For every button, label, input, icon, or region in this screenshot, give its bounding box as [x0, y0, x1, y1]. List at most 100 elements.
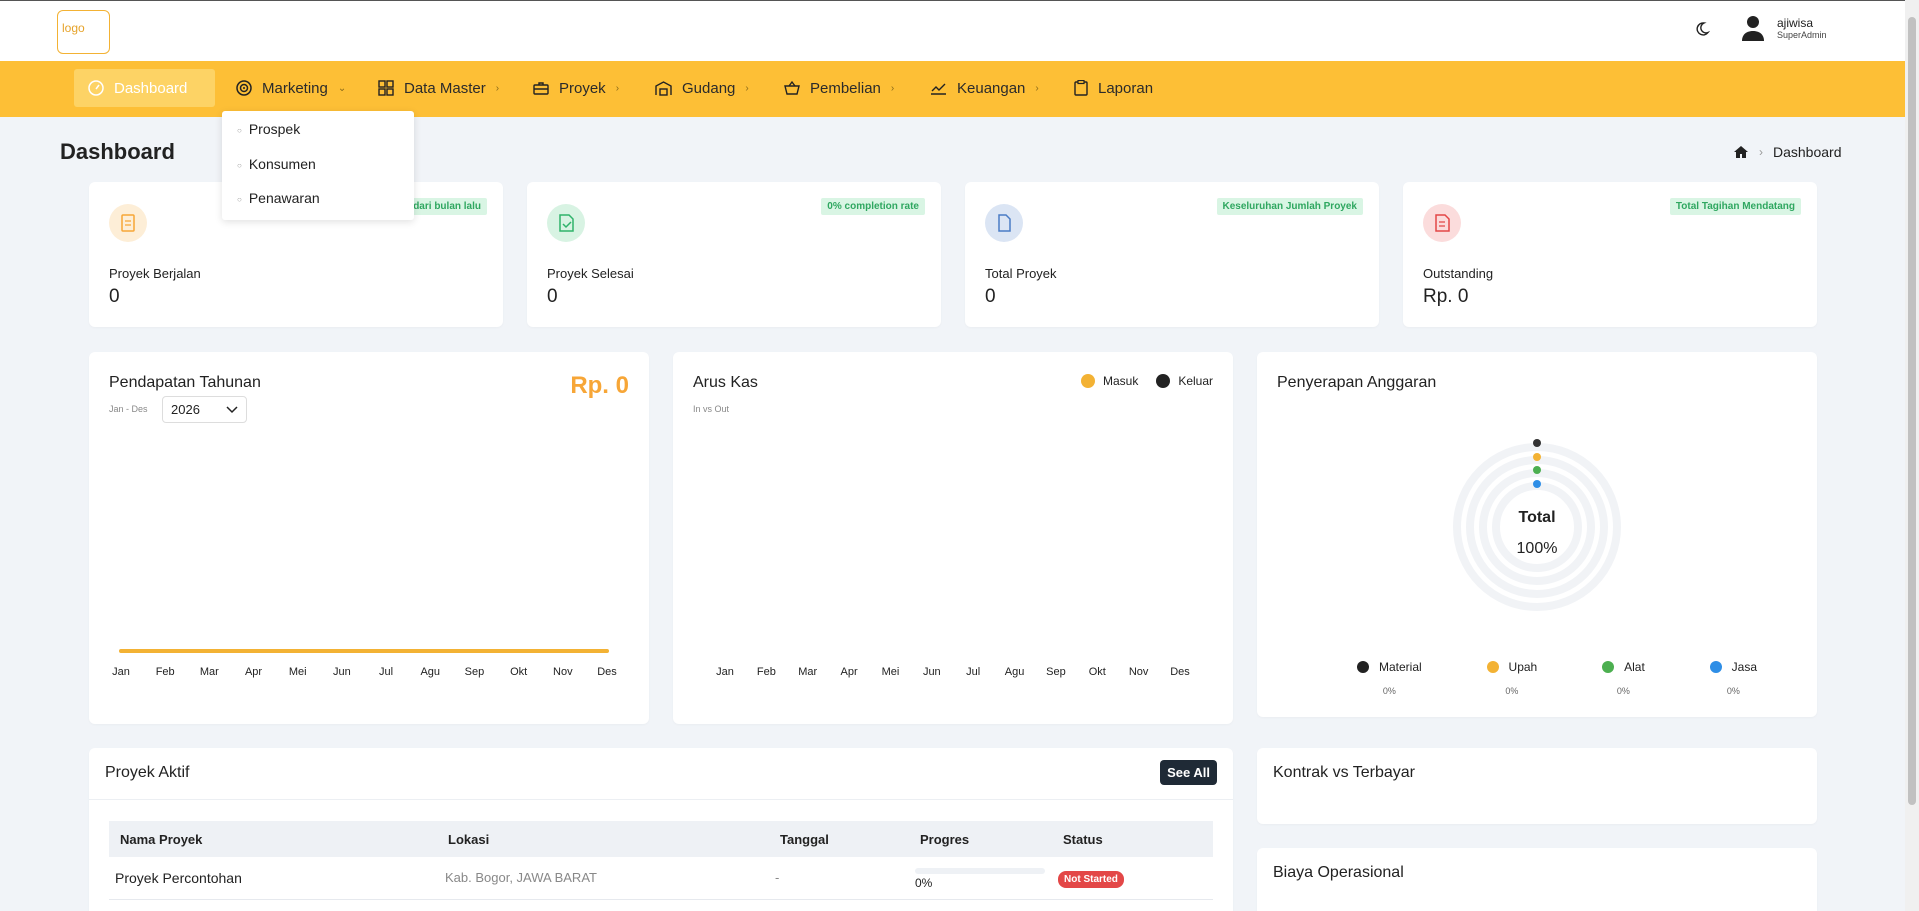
- biaya-operasional-card: Biaya Operasional: [1257, 848, 1817, 911]
- grid-icon: [378, 80, 394, 96]
- nav-pembelian[interactable]: Pembelian ›: [774, 69, 904, 107]
- legend-label: Jasa: [1731, 660, 1757, 674]
- nav-label: Laporan: [1098, 79, 1154, 97]
- nav-marketing[interactable]: Marketing ⌄: [226, 69, 356, 107]
- x-tick-label: Feb: [156, 666, 175, 678]
- stat-badge: dari bulan lalu: [407, 198, 487, 215]
- stat-label: Proyek Berjalan: [109, 266, 201, 281]
- legend-dot: [1486, 661, 1499, 673]
- cell-status: Not Started: [1052, 857, 1213, 900]
- scrollbar-thumb[interactable]: [1908, 17, 1916, 805]
- x-tick-label: Agu: [420, 666, 440, 678]
- dropdown-item-penawaran[interactable]: Penawaran: [237, 190, 320, 206]
- pendapatan-card: Pendapatan Tahunan Rp. 0 Jan - Des 2026 …: [89, 352, 649, 724]
- legend-label: Material: [1379, 660, 1422, 674]
- x-tick-label: Apr: [841, 666, 858, 678]
- legend-dot: [1357, 661, 1369, 673]
- dropdown-item-konsumen[interactable]: Konsumen: [237, 156, 316, 172]
- divider: [89, 799, 1233, 800]
- x-tick-label: Mar: [200, 666, 219, 678]
- marketing-dropdown: Prospek Konsumen Penawaran: [222, 111, 414, 220]
- stat-card-proyek-selesai: 0% completion rate Proyek Selesai 0: [527, 182, 941, 327]
- column-header[interactable]: Nama Proyek: [109, 821, 437, 857]
- x-tick-label: Feb: [757, 666, 776, 678]
- kontrak-vs-terbayar-card: Kontrak vs Terbayar: [1257, 748, 1817, 824]
- nav-label: Data Master: [404, 79, 486, 97]
- arus-kas-line-chart: Jan Feb Mar Apr Mei Jun Jul Agu Sep Okt Nov Des: [716, 666, 1190, 678]
- nav-laporan[interactable]: Laporan: [1064, 69, 1163, 107]
- nav-gudang[interactable]: Gudang ›: [645, 69, 759, 107]
- radial-marker-upah: [1533, 453, 1541, 461]
- dark-mode-toggle-icon[interactable]: [1694, 21, 1710, 37]
- logo[interactable]: logo: [57, 10, 110, 54]
- user-menu[interactable]: ajiwisa SuperAdmin: [1741, 15, 1827, 41]
- x-tick-label: Nov: [553, 666, 573, 678]
- x-tick-label: Okt: [1089, 666, 1106, 678]
- x-tick-label: Nov: [1129, 666, 1149, 678]
- logo-alt-text: logo: [62, 21, 85, 35]
- stat-badge: Total Tagihan Mendatang: [1669, 198, 1801, 215]
- home-icon[interactable]: [1733, 145, 1749, 159]
- chevron-right-icon: ›: [745, 82, 749, 94]
- radial-marker-jasa: [1533, 480, 1541, 488]
- radial-marker-material: [1533, 439, 1541, 447]
- cell-nama-proyek[interactable]: Proyek Percontohan: [109, 857, 437, 900]
- briefcase-icon: [533, 82, 549, 95]
- legend-dot: [1709, 661, 1722, 673]
- x-tick-label: Apr: [245, 666, 262, 678]
- column-header[interactable]: Progres: [909, 821, 1052, 857]
- main-nav: Dashboard Marketing ⌄ Data Master › Proy…: [0, 61, 1905, 117]
- stat-value: Rp. 0: [1423, 286, 1469, 307]
- basket-icon: [784, 80, 800, 95]
- nav-dashboard[interactable]: Dashboard: [74, 69, 215, 107]
- column-header[interactable]: Status: [1052, 821, 1213, 857]
- nav-label: Dashboard: [114, 79, 188, 97]
- radial-marker-alat: [1533, 466, 1541, 474]
- stat-badge: Keseluruhan Jumlah Proyek: [1216, 198, 1363, 215]
- nav-proyek[interactable]: Proyek ›: [523, 69, 629, 107]
- stat-value: 0: [109, 286, 120, 307]
- invoice-icon: [1423, 204, 1461, 242]
- x-tick-label: Okt: [510, 666, 527, 678]
- chevron-right-icon: ›: [1035, 82, 1039, 94]
- nav-label: Marketing: [262, 79, 328, 97]
- chevron-down-icon: ⌄: [337, 82, 347, 94]
- chevron-right-icon: ›: [615, 82, 620, 94]
- stat-card-outstanding: Total Tagihan Mendatang Outstanding Rp. …: [1403, 182, 1817, 327]
- cell-progres: 0%: [909, 857, 1052, 900]
- card-title: Penyerapan Anggaran: [1277, 374, 1437, 391]
- column-header[interactable]: Lokasi: [437, 821, 769, 857]
- x-tick-label: Mei: [882, 666, 900, 678]
- column-header[interactable]: Tanggal: [769, 821, 909, 857]
- radial-bar-chart: [1453, 439, 1621, 611]
- legend-item-alat[interactable]: Alat 0%: [1602, 660, 1645, 696]
- legend-value: 0%: [1616, 686, 1630, 696]
- nav-keuangan[interactable]: Keuangan ›: [920, 69, 1049, 107]
- pendapatan-line-chart: Jan Feb Mar Apr Mei Jun Jul Agu Sep Okt Nov Des: [112, 649, 617, 678]
- x-tick-label: Jan: [716, 666, 734, 678]
- legend-item-upah[interactable]: Upah 0%: [1486, 660, 1538, 696]
- dropdown-item-prospek[interactable]: Prospek: [237, 121, 300, 137]
- page-scrollbar[interactable]: [1905, 0, 1919, 911]
- nav-data-master[interactable]: Data Master ›: [368, 69, 509, 107]
- legend-item-jasa[interactable]: Jasa 0%: [1709, 660, 1757, 696]
- user-avatar-icon: [1742, 16, 1764, 41]
- proyek-table-wrapper: Nama Proyek Lokasi Tanggal Progres Statu…: [109, 821, 1213, 900]
- progress-label: 0%: [915, 875, 933, 890]
- x-tick-label: Sep: [1046, 666, 1066, 678]
- cell-tanggal: -: [769, 857, 909, 900]
- x-tick-label: Des: [597, 666, 617, 678]
- clipboard-icon: [1074, 80, 1088, 96]
- x-tick-label: Jun: [923, 666, 941, 678]
- target-icon: [236, 80, 252, 96]
- legend-label: Upah: [1508, 660, 1538, 674]
- proyek-table: Nama Proyek Lokasi Tanggal Progres Statu…: [109, 821, 1213, 900]
- status-badge: Not Started: [1058, 871, 1124, 889]
- user-role: SuperAdmin: [1777, 30, 1827, 40]
- table-row[interactable]: Proyek Percontohan Kab. Bogor, JAWA BARA…: [109, 857, 1213, 900]
- penyerapan-card: Penyerapan Anggaran Total 100% Material 0…: [1257, 352, 1817, 717]
- legend-item-material[interactable]: Material 0%: [1357, 660, 1422, 696]
- legend-value: 0%: [1726, 686, 1740, 696]
- see-all-button[interactable]: See All: [1160, 760, 1217, 785]
- stat-value: 0: [547, 286, 558, 307]
